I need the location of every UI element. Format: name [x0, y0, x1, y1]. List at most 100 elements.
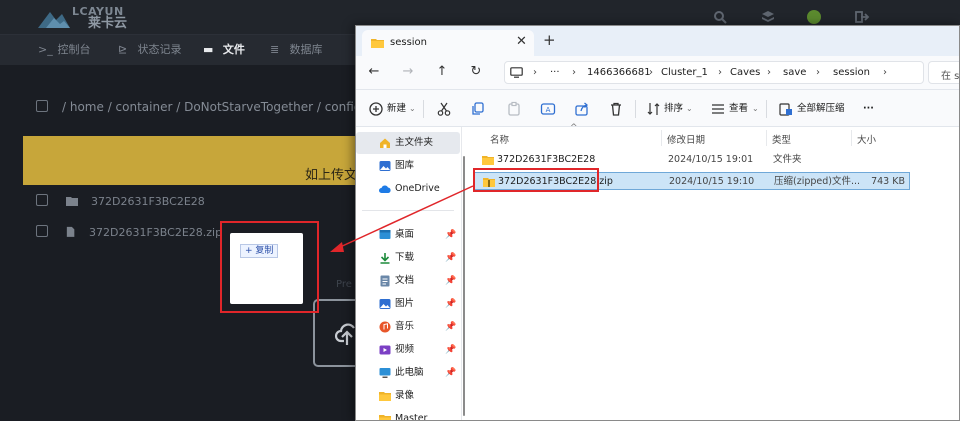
pin-icon[interactable]: 📌	[445, 224, 456, 246]
pin-icon[interactable]: 📌	[445, 339, 456, 361]
faint-text: Pre	[336, 279, 352, 290]
file-name[interactable]: 372D2631F3BC2E28	[91, 195, 205, 208]
row-checkbox[interactable]	[36, 225, 48, 237]
document-icon	[380, 275, 390, 287]
new-tab-button[interactable]: +	[543, 32, 556, 48]
file-name: 372D2631F3BC2E28	[497, 154, 596, 165]
avatar[interactable]	[806, 9, 822, 25]
copy-icon[interactable]	[470, 101, 486, 117]
address-segment[interactable]: save	[783, 67, 806, 78]
table-row[interactable]: 372D2631F3BC2E28.zip	[36, 224, 222, 242]
nav-item-this-pc[interactable]: 此电脑 📌	[356, 362, 460, 384]
more-options-button[interactable]: ···	[863, 100, 874, 118]
nav-item-onedrive[interactable]: OneDrive	[356, 178, 460, 200]
address-segment[interactable]: 1466366681	[587, 67, 651, 78]
close-icon[interactable]: ✕	[516, 34, 527, 50]
pin-icon[interactable]: 📌	[445, 362, 456, 384]
paste-icon[interactable]	[506, 101, 522, 117]
file-type: 文件夹	[773, 154, 802, 165]
view-button[interactable]: 查看	[729, 100, 748, 118]
pin-icon[interactable]: 📌	[445, 316, 456, 338]
file-name[interactable]: 372D2631F3BC2E28.zip	[89, 226, 222, 239]
nav-console[interactable]: >_ 控制台	[38, 42, 91, 58]
extract-icon	[779, 103, 792, 116]
refresh-button[interactable]: ↻	[467, 63, 485, 81]
sort-icon	[647, 103, 660, 115]
address-bar[interactable]: › ··· › 1466366681 › Cluster_1 › Caves ›…	[504, 61, 924, 84]
nav-item-downloads[interactable]: 下载 📌	[356, 247, 460, 269]
table-row[interactable]: 372D2631F3BC2E28 2024/10/15 19:01 文件夹	[473, 151, 910, 169]
column-divider[interactable]	[851, 130, 852, 146]
divider	[766, 100, 767, 118]
logo[interactable]: LCAYUN 莱卡云	[36, 4, 146, 32]
explorer-window: session ✕ + ← → ↑ ↻ › ··· › 1466366681 ›…	[355, 25, 960, 421]
divider	[635, 100, 636, 118]
folder-icon	[65, 197, 78, 206]
search-input[interactable]: 在 se	[928, 61, 959, 84]
navigation-pane: 主文件夹 图库 OneDrive 桌面 📌 下载 📌 文档 📌 图片 📌 音乐 …	[356, 127, 462, 420]
file-date: 2024/10/15 19:01	[668, 154, 754, 165]
table-row[interactable]: 372D2631F3BC2E28	[36, 193, 205, 211]
folder-icon	[379, 392, 391, 401]
forward-button[interactable]: →	[399, 63, 417, 81]
folder-icon	[371, 39, 384, 48]
tab-strip: session ✕ +	[356, 26, 959, 56]
view-icon	[712, 104, 724, 114]
nav-item-master[interactable]: Master	[356, 408, 460, 420]
scrollbar-thumb[interactable]	[463, 156, 465, 416]
pin-icon[interactable]: 📌	[445, 293, 456, 315]
chevron-right-icon[interactable]: ›	[767, 67, 771, 78]
nav-item-videos[interactable]: 视频 📌	[356, 339, 460, 361]
address-bar-row: ← → ↑ ↻ › ··· › 1466366681 › Cluster_1 ›…	[356, 56, 959, 90]
delete-icon[interactable]	[608, 101, 624, 117]
chevron-right-icon[interactable]: ›	[816, 67, 820, 78]
upload-banner: 如上传文	[23, 136, 363, 185]
row-checkbox[interactable]	[36, 194, 48, 206]
rename-icon[interactable]: A	[540, 101, 556, 117]
pin-icon[interactable]: 📌	[445, 270, 456, 292]
extract-all-button[interactable]: 全部解压缩	[797, 100, 845, 118]
column-header-date[interactable]: 修改日期	[667, 132, 705, 146]
nav-item-pictures[interactable]: 图片 📌	[356, 293, 460, 315]
chevron-right-icon[interactable]: ›	[533, 67, 537, 78]
nav-item-desktop[interactable]: 桌面 📌	[356, 224, 460, 246]
tab-session[interactable]: session ✕	[362, 30, 534, 56]
address-ellipsis[interactable]: ···	[550, 67, 560, 78]
select-all-checkbox[interactable]	[36, 100, 48, 112]
new-button[interactable]: 新建	[387, 100, 406, 118]
chevron-right-icon[interactable]: ›	[572, 67, 576, 78]
chevron-right-icon[interactable]: ›	[649, 67, 653, 78]
file-date: 2024/10/15 19:10	[669, 176, 755, 187]
up-button[interactable]: ↑	[433, 63, 451, 81]
nav-item-home[interactable]: 主文件夹	[356, 132, 460, 154]
folder-icon: ▬	[203, 43, 214, 56]
address-segment[interactable]: Cluster_1	[661, 67, 708, 78]
pin-icon[interactable]: 📌	[445, 247, 456, 269]
sort-button[interactable]: 排序	[664, 100, 683, 118]
column-divider[interactable]	[766, 130, 767, 146]
database-icon: ≣	[270, 43, 280, 56]
cut-icon[interactable]	[436, 101, 452, 117]
nav-activity[interactable]: ⊵ 状态记录	[118, 42, 182, 58]
nav-item-recordings[interactable]: 录像	[356, 385, 460, 407]
column-divider[interactable]	[661, 130, 662, 146]
column-header-type[interactable]: 类型	[772, 132, 791, 146]
address-segment[interactable]: session	[833, 67, 870, 78]
logout-icon[interactable]	[854, 9, 870, 25]
search-icon[interactable]	[712, 9, 728, 25]
chevron-right-icon[interactable]: ›	[883, 67, 887, 78]
video-icon	[379, 345, 391, 355]
nav-files[interactable]: ▬ 文件	[203, 42, 245, 58]
address-segment[interactable]: Caves	[730, 67, 760, 78]
share-icon[interactable]	[574, 101, 590, 117]
column-header-name[interactable]: 名称	[490, 132, 509, 146]
column-header-size[interactable]: 大小	[857, 132, 876, 146]
back-button[interactable]: ←	[365, 63, 383, 81]
nav-item-gallery[interactable]: 图库	[356, 155, 460, 177]
chevron-right-icon[interactable]: ›	[718, 67, 722, 78]
layers-icon[interactable]	[760, 9, 776, 25]
nav-item-music[interactable]: 音乐 📌	[356, 316, 460, 338]
home-icon	[380, 138, 390, 148]
nav-database[interactable]: ≣ 数据库	[270, 42, 323, 58]
nav-item-documents[interactable]: 文档 📌	[356, 270, 460, 292]
